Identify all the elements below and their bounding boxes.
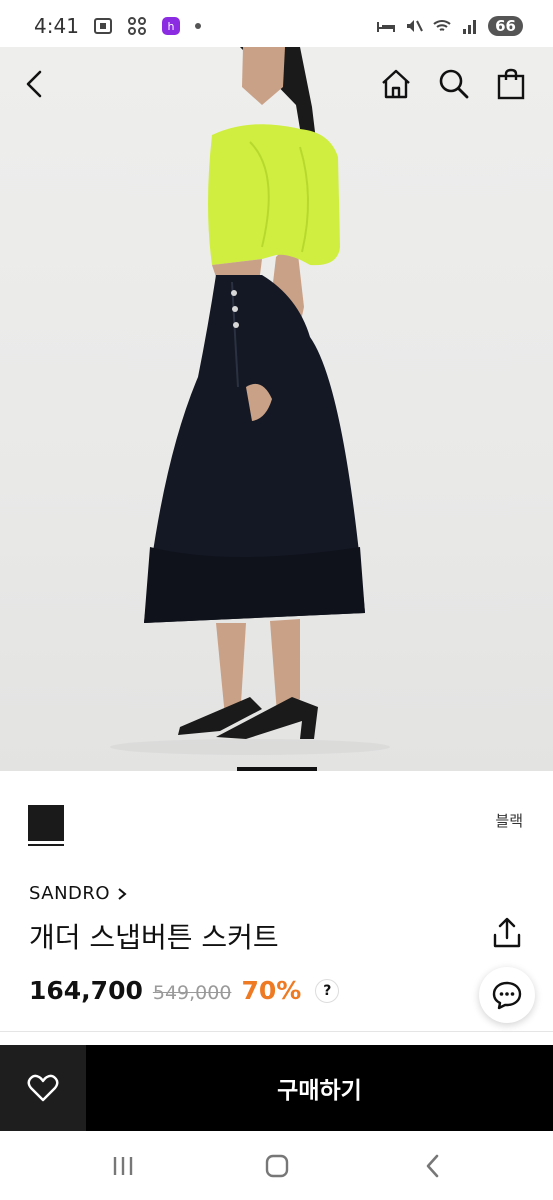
price-row: 164,700 549,000 70% ? — [29, 976, 340, 1005]
chat-button[interactable] — [479, 967, 535, 1023]
status-bar: 4:41 h 66 — [0, 0, 553, 52]
signal-icon — [460, 16, 480, 36]
back-nav-button[interactable] — [418, 1151, 448, 1181]
svg-text:h: h — [167, 20, 174, 33]
product-title: 개더 스냅버튼 스커트 — [29, 921, 279, 954]
shopping-bag-icon — [497, 68, 525, 100]
section-divider — [0, 1031, 553, 1032]
purchase-bar: 구매하기 — [0, 1045, 553, 1131]
chevron-left-icon — [26, 70, 42, 98]
battery-level: 66 — [488, 16, 523, 36]
system-nav-bar — [0, 1131, 553, 1200]
screenshot-icon — [93, 16, 113, 36]
carousel-indicator — [237, 767, 317, 771]
wishlist-button[interactable] — [0, 1045, 86, 1131]
color-swatch-selected[interactable] — [28, 805, 64, 841]
cart-button[interactable] — [494, 67, 528, 101]
search-icon — [439, 69, 469, 99]
sale-price: 164,700 — [29, 976, 143, 1005]
home-icon — [382, 69, 410, 99]
home-nav-button[interactable] — [262, 1151, 292, 1181]
chat-bubble-icon — [492, 981, 522, 1010]
status-time: 4:41 — [34, 14, 79, 38]
share-icon — [493, 917, 521, 948]
model-photo — [110, 47, 390, 755]
back-button[interactable] — [18, 67, 52, 101]
grid-app-icon — [127, 16, 147, 36]
color-name: 블랙 — [495, 812, 523, 830]
original-price: 549,000 — [152, 982, 232, 1004]
brand-name: SANDRO — [29, 883, 111, 904]
more-notifications-dot — [194, 23, 201, 29]
search-button[interactable] — [437, 67, 471, 101]
product-image[interactable] — [0, 47, 553, 771]
buy-button[interactable]: 구매하기 — [86, 1045, 553, 1131]
chevron-right-icon — [118, 887, 127, 900]
back-arrow-icon — [426, 1154, 439, 1178]
swatch-selected-underline — [28, 844, 64, 846]
home-button[interactable] — [379, 67, 413, 101]
price-help-button[interactable]: ? — [315, 978, 340, 1003]
heart-icon — [27, 1074, 59, 1102]
discount-rate: 70% — [241, 976, 302, 1005]
recent-apps-button[interactable] — [108, 1151, 138, 1181]
color-options: 블랙 — [0, 772, 553, 862]
app-notification-icon: h — [161, 16, 181, 36]
share-button[interactable] — [490, 916, 524, 950]
wifi-icon — [432, 16, 452, 36]
home-circle-icon — [265, 1154, 289, 1178]
recent-apps-icon — [113, 1157, 133, 1175]
bed-icon — [376, 16, 396, 36]
brand-link[interactable]: SANDRO — [29, 883, 128, 904]
mute-icon — [404, 16, 424, 36]
